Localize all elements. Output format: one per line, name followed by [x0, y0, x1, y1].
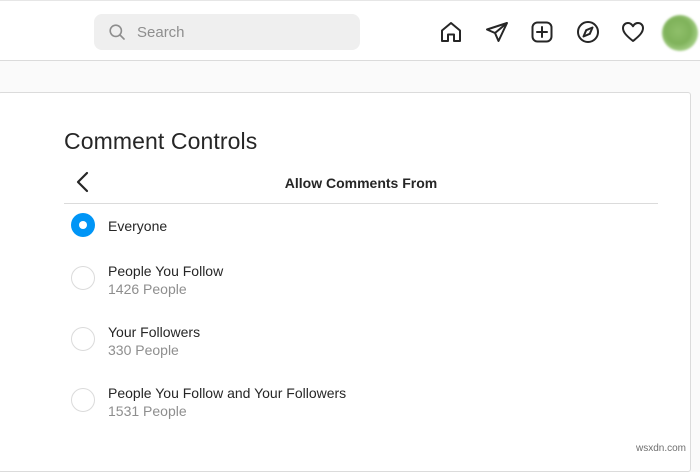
option-count: 1531 People: [108, 403, 187, 419]
option-label: People You Follow and Your Followers: [108, 385, 346, 401]
new-post-icon[interactable]: [530, 20, 554, 44]
option-follow-and-followers[interactable]: People You Follow and Your Followers 153…: [64, 384, 658, 432]
top-navigation-bar: [0, 0, 700, 61]
radio-button[interactable]: [71, 266, 95, 290]
direct-message-icon[interactable]: [485, 20, 509, 44]
option-label: People You Follow: [108, 263, 223, 279]
radio-button[interactable]: [71, 388, 95, 412]
option-label: Everyone: [108, 218, 167, 234]
search-box[interactable]: [94, 14, 360, 50]
search-input[interactable]: [137, 14, 347, 50]
divider: [64, 203, 658, 204]
home-icon[interactable]: [439, 20, 463, 44]
option-count: 1426 People: [108, 281, 187, 297]
option-everyone[interactable]: Everyone: [64, 210, 658, 258]
watermark-text: wsxdn.com: [636, 443, 686, 454]
explore-icon[interactable]: [576, 20, 600, 44]
radio-button[interactable]: [71, 327, 95, 351]
option-people-you-follow[interactable]: People You Follow 1426 People: [64, 262, 658, 310]
option-count: 330 People: [108, 342, 179, 358]
radio-button-selected[interactable]: [71, 213, 95, 237]
option-your-followers[interactable]: Your Followers 330 People: [64, 323, 658, 371]
option-label: Your Followers: [108, 324, 200, 340]
search-icon: [109, 24, 125, 40]
section-title: Allow Comments From: [64, 175, 658, 191]
avatar[interactable]: [662, 15, 698, 51]
page-title: Comment Controls: [64, 128, 257, 155]
activity-heart-icon[interactable]: [621, 20, 645, 44]
